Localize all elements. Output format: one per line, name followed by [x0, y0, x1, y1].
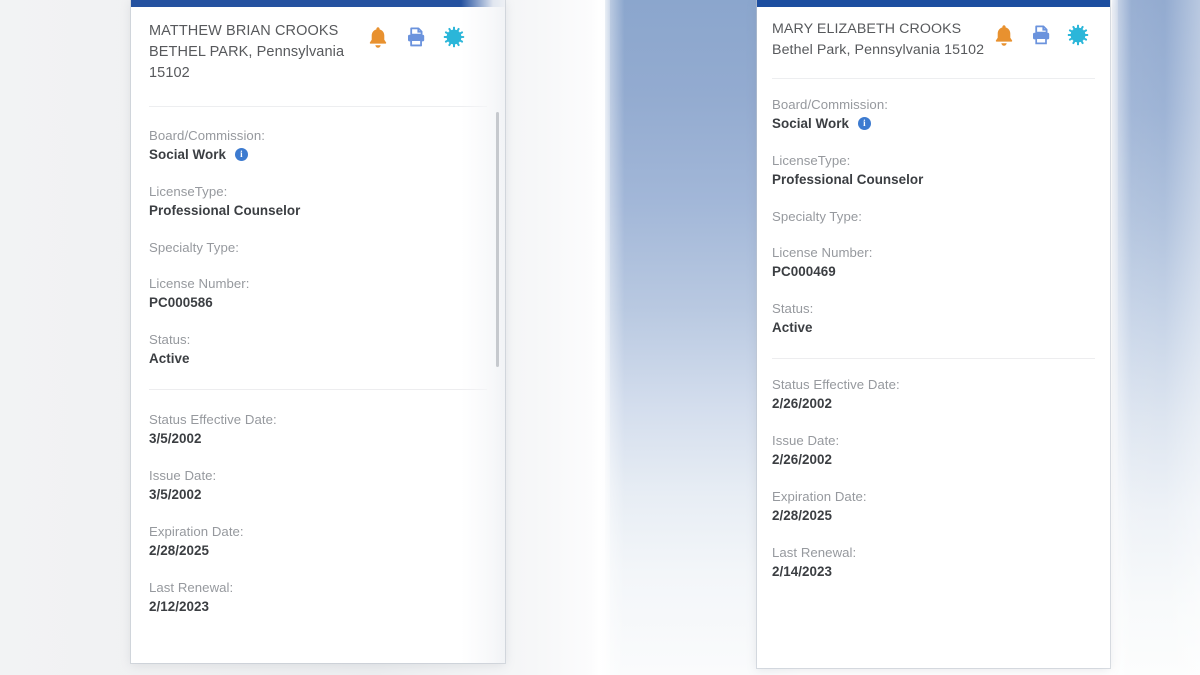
field-label: LicenseType:: [149, 184, 228, 199]
field-label: Board/Commission:: [149, 128, 265, 143]
field-value: PC000586: [149, 295, 213, 310]
field-board-commission: Board/Commission: Social Work i: [149, 126, 487, 165]
field-value: 2/28/2025: [772, 508, 833, 523]
field-expiration-date: Expiration Date: 2/28/2025: [149, 522, 487, 561]
field-value-text: Social Work: [149, 147, 226, 162]
field-status-effective-date: Status Effective Date: 2/26/2002: [772, 375, 1095, 414]
field-label: Last Renewal:: [149, 580, 234, 595]
field-label: Expiration Date:: [772, 489, 867, 504]
field-issue-date: Issue Date: 2/26/2002: [772, 431, 1095, 470]
field-label: Status:: [149, 332, 191, 347]
licensee-address: BETHEL PARK, Pennsylvania: [149, 44, 345, 60]
field-value: 2/26/2002: [772, 396, 833, 411]
license-fields-lower: Status Effective Date: 3/5/2002 Issue Da…: [149, 390, 487, 617]
field-label: Expiration Date:: [149, 524, 244, 539]
licensee-name: MARY ELIZABETH CROOKS: [772, 21, 962, 37]
field-label: Specialty Type:: [772, 209, 862, 224]
field-value: Professional Counselor: [149, 203, 301, 218]
info-icon[interactable]: i: [857, 116, 871, 130]
licensee-identity: MATTHEW BRIAN CROOKS BETHEL PARK, Pennsy…: [149, 21, 344, 84]
field-label: Status:: [772, 301, 814, 316]
vertical-scrollbar[interactable]: [491, 7, 505, 663]
field-label: Last Renewal:: [772, 545, 857, 560]
field-value: Social Work i: [149, 145, 487, 165]
card-header: MATTHEW BRIAN CROOKS BETHEL PARK, Pennsy…: [149, 7, 487, 84]
verified-badge-icon[interactable]: [443, 26, 465, 48]
license-fields-upper: Board/Commission: Social Work i LicenseT…: [772, 79, 1095, 338]
field-label: License Number:: [772, 245, 873, 260]
field-specialty-type: Specialty Type:: [149, 238, 487, 257]
licensee-name: MATTHEW BRIAN CROOKS: [149, 23, 339, 39]
field-value: 2/28/2025: [149, 543, 210, 558]
printer-icon[interactable]: [405, 26, 427, 48]
field-license-type: LicenseType: Professional Counselor: [149, 182, 487, 221]
licensee-identity: MARY ELIZABETH CROOKS Bethel Park, Penns…: [772, 19, 984, 61]
status-badge: Active: [772, 320, 813, 335]
bell-icon[interactable]: [993, 23, 1015, 47]
field-license-type: LicenseType: Professional Counselor: [772, 151, 1095, 190]
licensee-zip: 15102: [149, 65, 190, 81]
field-last-renewal: Last Renewal: 2/14/2023: [772, 543, 1095, 582]
field-value: Professional Counselor: [772, 172, 924, 187]
field-value: 3/5/2002: [149, 431, 202, 446]
status-badge: Active: [149, 351, 190, 366]
card-top-accent-bar: [757, 0, 1110, 7]
field-value: 3/5/2002: [149, 487, 202, 502]
license-fields-upper: Board/Commission: Social Work i LicenseT…: [149, 107, 487, 369]
field-expiration-date: Expiration Date: 2/28/2025: [772, 487, 1095, 526]
field-status: Status: Active: [772, 299, 1095, 338]
field-specialty-type: Specialty Type:: [772, 207, 1095, 226]
field-label: Specialty Type:: [149, 240, 239, 255]
field-status: Status: Active: [149, 330, 487, 369]
field-license-number: License Number: PC000586: [149, 274, 487, 313]
field-value: 2/26/2002: [772, 452, 833, 467]
field-label: Status Effective Date:: [772, 377, 900, 392]
field-label: License Number:: [149, 276, 250, 291]
field-value: 2/14/2023: [772, 564, 833, 579]
field-label: Issue Date:: [149, 468, 217, 483]
background-right-blue-panel: [1112, 0, 1200, 675]
scrollbar-thumb[interactable]: [496, 112, 499, 367]
license-fields-lower: Status Effective Date: 2/26/2002 Issue D…: [772, 359, 1095, 582]
licensee-address: Bethel Park, Pennsylvania 15102: [772, 42, 985, 58]
bell-icon[interactable]: [367, 25, 389, 49]
field-status-effective-date: Status Effective Date: 3/5/2002: [149, 410, 487, 449]
field-label: Board/Commission:: [772, 97, 888, 112]
license-card-right: MARY ELIZABETH CROOKS Bethel Park, Penns…: [757, 0, 1110, 668]
field-value: Social Work i: [772, 114, 1095, 134]
field-board-commission: Board/Commission: Social Work i: [772, 95, 1095, 134]
background-gutter-left: [590, 0, 610, 675]
field-value: PC000469: [772, 264, 836, 279]
field-value: 2/12/2023: [149, 599, 210, 614]
card-top-accent-bar: [131, 0, 505, 7]
info-icon[interactable]: i: [234, 147, 248, 161]
field-label: Status Effective Date:: [149, 412, 277, 427]
printer-icon[interactable]: [1030, 24, 1052, 46]
field-issue-date: Issue Date: 3/5/2002: [149, 466, 487, 505]
field-label: LicenseType:: [772, 153, 851, 168]
field-value-text: Social Work: [772, 116, 849, 131]
card-header-actions: [993, 19, 1095, 47]
field-license-number: License Number: PC000469: [772, 243, 1095, 282]
card-header-actions: [367, 21, 487, 49]
field-last-renewal: Last Renewal: 2/12/2023: [149, 578, 487, 617]
verified-badge-icon[interactable]: [1067, 24, 1089, 46]
card-header: MARY ELIZABETH CROOKS Bethel Park, Penns…: [772, 7, 1095, 61]
license-card-left: MATTHEW BRIAN CROOKS BETHEL PARK, Pennsy…: [131, 0, 505, 663]
field-label: Issue Date:: [772, 433, 840, 448]
